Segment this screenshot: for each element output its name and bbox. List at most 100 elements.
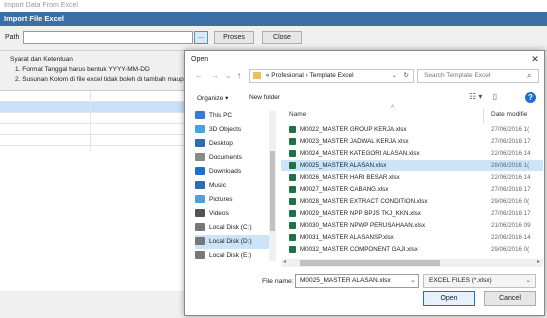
nav-item[interactable]: 3D Objects xyxy=(195,123,275,137)
close-button[interactable]: Close xyxy=(262,31,302,44)
excel-file-icon xyxy=(289,198,296,205)
file-row[interactable]: M0022_MASTER GROUP KERJA.xlsx 27/06/2016 … xyxy=(281,124,543,135)
file-name: M0026_MASTER HARI BESAR.xlsx xyxy=(300,174,400,181)
file-date: 27/06/2016 1( xyxy=(491,126,530,133)
file-type-select[interactable]: EXCEL FILES (*.xlsx) ⌄ xyxy=(423,274,536,288)
nav-item-label: Music xyxy=(209,182,226,189)
nav-item-label: Pictures xyxy=(209,196,233,203)
file-row[interactable]: M0030_MASTER NPWP PERUSAHAAN.xlsx 21/06/2… xyxy=(281,220,543,231)
desktop-icon xyxy=(195,139,205,148)
back-arrow-icon[interactable]: ← xyxy=(195,71,203,80)
proses-button[interactable]: Proses xyxy=(214,31,254,44)
file-row[interactable]: M0026_MASTER HARI BESAR.xlsx 22/06/2016 1… xyxy=(281,172,543,183)
grid-row[interactable] xyxy=(0,124,185,135)
file-date: 29/06/2016 0( xyxy=(491,246,530,253)
nav-item[interactable]: Local Disk (C:) xyxy=(195,221,275,235)
open-button[interactable]: Open xyxy=(423,291,475,306)
file-name: M0032_MASTER COMPONENT GAJI.xlsx xyxy=(300,246,418,253)
filename-label: File name: xyxy=(262,278,294,285)
nav-item[interactable]: Local Disk (E:) xyxy=(195,249,275,263)
file-row[interactable]: M0027_MASTER CABANG.xlsx 27/06/2016 17 xyxy=(281,184,543,195)
organize-button[interactable]: Organize ▾ xyxy=(197,94,228,102)
breadcrumb-template-excel[interactable]: Template Excel xyxy=(309,72,353,79)
view-toolbar: ☷ ▾ ▯ xyxy=(469,92,497,101)
sort-arrow-icon: ^ xyxy=(391,105,395,112)
grid-column-divider xyxy=(90,91,91,151)
grid-row[interactable] xyxy=(0,113,185,124)
excel-file-icon xyxy=(289,174,296,181)
chevron-down-icon: ⌄ xyxy=(525,277,531,284)
terms-item-2: 2. Susunan Kolom di file excel tidak bol… xyxy=(15,76,191,83)
breadcrumb-profesional[interactable]: Profesional xyxy=(271,72,304,79)
open-file-dialog: Open ✕ ← → ⌄ ↑ « Profesional › Template … xyxy=(184,50,545,316)
forward-arrow-icon[interactable]: → xyxy=(211,71,219,80)
new-folder-button[interactable]: New folder xyxy=(249,94,280,101)
view-options-icon[interactable]: ☷ ▾ xyxy=(469,92,482,101)
file-row[interactable]: M0029_MASTER NPP BPJS TKJ_KKN.xlsx 27/06/… xyxy=(281,208,543,219)
browse-button[interactable]: ... xyxy=(194,31,208,44)
dialog-title: Open xyxy=(191,56,209,63)
close-icon[interactable]: ✕ xyxy=(529,53,541,65)
file-type-value: EXCEL FILES (*.xlsx) xyxy=(429,277,492,284)
column-header-date[interactable]: Date modifie xyxy=(491,111,528,118)
nav-item[interactable]: Downloads xyxy=(195,165,275,179)
file-row[interactable]: M0031_MASTER ALASANSP.xlsx 22/06/2016 14 xyxy=(281,232,543,243)
column-header-name[interactable]: Name xyxy=(289,111,306,118)
excel-file-icon xyxy=(289,246,296,253)
path-input[interactable] xyxy=(23,31,193,44)
grid-row-selected[interactable] xyxy=(0,102,185,113)
filename-dropdown-icon[interactable]: ⌄ xyxy=(410,276,416,284)
file-row[interactable]: M0032_MASTER COMPONENT GAJI.xlsx 29/06/20… xyxy=(281,244,543,255)
excel-file-icon xyxy=(289,138,296,145)
file-list-scrollbar-thumb[interactable] xyxy=(300,260,440,266)
dropdown-chevron-icon[interactable]: ⌄ xyxy=(392,70,397,82)
excel-file-icon xyxy=(289,210,296,217)
window-title: Import Data From Excel xyxy=(0,0,547,12)
preview-pane-icon[interactable]: ▯ xyxy=(493,92,497,101)
search-icon: ⌕ xyxy=(527,71,532,80)
nav-scrollbar-thumb[interactable] xyxy=(270,151,275,231)
nav-item[interactable]: Videos xyxy=(195,207,275,221)
path-label: Path xyxy=(5,34,20,41)
file-name: M0030_MASTER NPWP PERUSAHAAN.xlsx xyxy=(300,222,426,229)
file-name: M0022_MASTER GROUP KERJA.xlsx xyxy=(300,126,407,133)
nav-item[interactable]: Desktop xyxy=(195,137,275,151)
help-icon[interactable]: ? xyxy=(525,92,536,103)
up-arrow-icon[interactable]: ↑ xyxy=(237,71,241,80)
scroll-left-icon[interactable]: ◂ xyxy=(283,258,286,265)
column-separator[interactable] xyxy=(483,109,484,123)
file-row[interactable]: M0025_MASTER ALASAN.xlsx 28/06/2016 1( xyxy=(281,160,543,171)
file-date: 21/06/2016 09 xyxy=(491,222,531,229)
file-row[interactable]: M0028_MASTER EXTRACT CONDITION.xlsx 29/06… xyxy=(281,196,543,207)
scroll-right-icon[interactable]: ▸ xyxy=(537,258,540,265)
search-input[interactable]: Search Template Excel xyxy=(417,69,539,83)
file-row[interactable]: M0024_MASTER KATEGORI ALASAN.xlsx 22/06/2… xyxy=(281,148,543,159)
nav-item[interactable]: This PC xyxy=(195,109,275,123)
file-date: 29/06/2016 0( xyxy=(491,198,530,205)
disk-icon xyxy=(195,251,205,260)
refresh-icon[interactable]: ↻ xyxy=(404,70,409,82)
file-date: 27/06/2016 17 xyxy=(491,186,531,193)
nav-item[interactable]: Local Disk (D:) xyxy=(195,235,275,249)
breadcrumb-separator: › xyxy=(305,72,308,79)
grid-row[interactable] xyxy=(0,135,185,146)
file-name: M0023_MASTER JADWAL KERJA.xlsx xyxy=(300,138,409,145)
nav-item[interactable]: Pictures xyxy=(195,193,275,207)
data-grid[interactable] xyxy=(0,90,185,291)
picture-icon xyxy=(195,195,205,204)
grid-row[interactable] xyxy=(0,91,185,102)
file-date: 22/06/2016 14 xyxy=(491,150,531,157)
file-name: M0031_MASTER ALASANSP.xlsx xyxy=(300,234,394,241)
cancel-button[interactable]: Cancel xyxy=(484,291,536,306)
file-date: 22/06/2016 14 xyxy=(491,234,531,241)
file-name: M0029_MASTER NPP BPJS TKJ_KKN.xlsx xyxy=(300,210,421,217)
nav-item[interactable]: Music xyxy=(195,179,275,193)
address-bar[interactable]: « Profesional › Template Excel ⌄ ↻ xyxy=(249,69,414,83)
breadcrumb-overflow[interactable]: « xyxy=(266,72,270,79)
file-row[interactable]: M0023_MASTER JADWAL KERJA.xlsx 27/06/2016… xyxy=(281,136,543,147)
nav-item[interactable]: Documents xyxy=(195,151,275,165)
disk-icon xyxy=(195,237,205,246)
nav-item-label: Documents xyxy=(209,154,242,161)
recent-chevron-icon[interactable]: ⌄ xyxy=(225,71,232,80)
filename-input[interactable]: M0025_MASTER ALASAN.xlsx xyxy=(295,274,419,288)
